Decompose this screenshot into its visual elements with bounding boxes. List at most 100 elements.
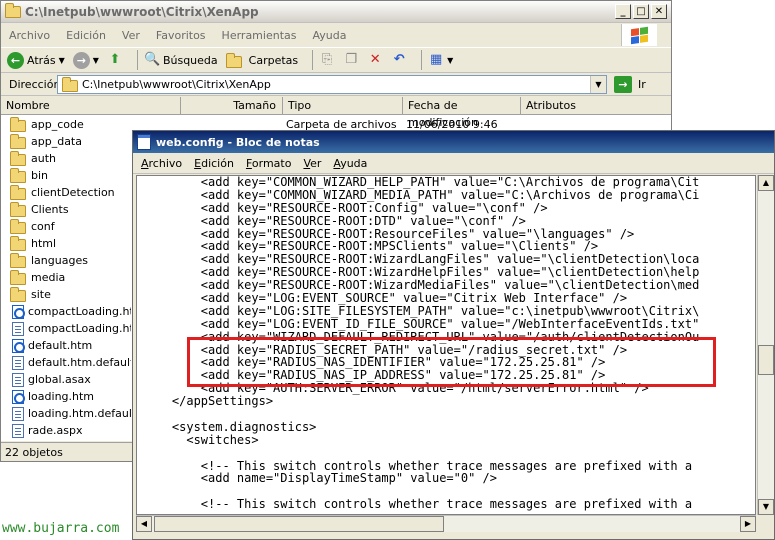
- windows-logo-icon: [621, 24, 657, 46]
- code-line: <add key="RESOURCE-ROOT:Config" value="\…: [143, 200, 548, 215]
- list-item[interactable]: compactLoading.htm: [1, 303, 131, 320]
- list-item[interactable]: bin: [1, 167, 131, 184]
- up-folder-button[interactable]: ⬆: [107, 52, 123, 68]
- delete-button[interactable]: ✕: [367, 52, 383, 68]
- scroll-left-button[interactable]: ◀: [136, 516, 152, 532]
- np-menu-ayuda[interactable]: Ayuda: [333, 157, 367, 170]
- search-icon: 🔍: [143, 52, 161, 67]
- code-line: <add name="DisplayTimeStamp" value="0" /…: [143, 471, 498, 486]
- address-value: C:\Inetpub\wwwroot\Citrix\XenApp: [82, 78, 271, 91]
- menu-ayuda[interactable]: Ayuda: [312, 29, 346, 42]
- list-item[interactable]: global.asax: [1, 371, 131, 388]
- move-to-icon: ⎘: [321, 52, 333, 67]
- list-item[interactable]: site: [1, 286, 131, 303]
- column-header-attributes[interactable]: Atributos: [521, 97, 671, 115]
- folders-button[interactable]: Carpetas: [225, 52, 298, 68]
- folder-icon: [10, 151, 26, 166]
- vertical-scroll-thumb[interactable]: [758, 345, 774, 375]
- vertical-scrollbar[interactable]: ▲ ▼: [757, 175, 774, 515]
- list-item[interactable]: app_code: [1, 116, 131, 133]
- red-highlight-box: [187, 337, 716, 387]
- list-item[interactable]: html: [1, 235, 131, 252]
- file-icon: [12, 406, 24, 421]
- file-name: loading.htm.default: [28, 407, 131, 420]
- np-menu-formato[interactable]: Formato: [246, 157, 292, 170]
- code-line: <add key="COMMON_WIZARD_HELP_PATH" value…: [143, 175, 700, 189]
- column-header-name[interactable]: Nombre: [1, 97, 181, 115]
- code-line: </appSettings>: [143, 394, 274, 409]
- list-item[interactable]: default.htm.default: [1, 354, 131, 371]
- horizontal-scrollbar[interactable]: ◀ ▶: [136, 515, 756, 532]
- maximize-button[interactable]: □: [633, 4, 649, 19]
- np-menu-ver[interactable]: Ver: [303, 157, 321, 170]
- address-input[interactable]: C:\Inetpub\wwwroot\Citrix\XenApp ▼: [57, 75, 607, 94]
- list-item[interactable]: Clients: [1, 201, 131, 218]
- minimize-button[interactable]: _: [615, 4, 631, 19]
- folder-icon: [62, 76, 78, 92]
- undo-button[interactable]: ↶: [391, 52, 407, 68]
- scroll-down-button[interactable]: ▼: [758, 499, 774, 515]
- menu-edicion[interactable]: Edición: [66, 29, 106, 42]
- menu-favoritos[interactable]: Favoritos: [156, 29, 206, 42]
- column-header-date[interactable]: Fecha de modificación: [403, 97, 521, 129]
- search-button[interactable]: 🔍 Búsqueda: [144, 52, 218, 68]
- scroll-right-button[interactable]: ▶: [740, 516, 756, 532]
- forward-button[interactable]: → ▼: [72, 51, 99, 69]
- ie-file-icon: [12, 338, 25, 353]
- list-item[interactable]: compactLoading.htm.d: [1, 320, 131, 337]
- list-item[interactable]: languages: [1, 252, 131, 269]
- file-name: loading.htm: [28, 390, 95, 403]
- text-editor[interactable]: <add key="COMMON_WIZARD_HELP_PATH" value…: [136, 175, 756, 515]
- file-name: conf: [31, 220, 55, 233]
- folder-icon: [10, 236, 26, 251]
- list-item[interactable]: media: [1, 269, 131, 286]
- explorer-title-bar[interactable]: C:\Inetpub\wwwroot\Citrix\XenApp _ □ ✕: [1, 1, 671, 23]
- ie-file-icon: [12, 304, 25, 319]
- list-item[interactable]: conf: [1, 218, 131, 235]
- menu-archivo[interactable]: Archivo: [9, 29, 50, 42]
- folder-icon: [10, 270, 26, 285]
- list-item[interactable]: default.htm: [1, 337, 131, 354]
- horizontal-scroll-thumb[interactable]: [154, 516, 444, 532]
- np-menu-edicion[interactable]: Edición: [194, 157, 234, 170]
- move-to-button[interactable]: ⎘: [319, 52, 335, 68]
- list-item[interactable]: auth: [1, 150, 131, 167]
- list-item[interactable]: loading.htm: [1, 388, 131, 405]
- column-header-type[interactable]: Tipo: [283, 97, 403, 115]
- go-label: Ir: [638, 78, 646, 91]
- code-line: <add key="LOG:SITE_FILESYSTEM_PATH" valu…: [143, 303, 700, 318]
- search-label: Búsqueda: [162, 53, 218, 67]
- copy-to-button[interactable]: ❐: [343, 52, 359, 68]
- file-name: auth: [31, 152, 56, 165]
- column-header-size[interactable]: Tamaño: [181, 97, 283, 115]
- folder-icon: [10, 168, 26, 183]
- list-item[interactable]: rade.aspx: [1, 422, 131, 439]
- file-name: site: [31, 288, 51, 301]
- back-label: Atrás: [27, 53, 56, 67]
- views-button[interactable]: ▦ ▼: [428, 52, 453, 68]
- forward-arrow-icon: →: [72, 51, 90, 69]
- code-line: <switches>: [143, 432, 259, 447]
- list-item[interactable]: app_data: [1, 133, 131, 150]
- folder-icon: [10, 253, 26, 268]
- list-item[interactable]: clientDetection: [1, 184, 131, 201]
- file-icon: [12, 321, 24, 336]
- file-name: app_data: [31, 135, 82, 148]
- go-button[interactable]: → Ir: [614, 76, 646, 93]
- np-menu-archivo[interactable]: Archivo: [141, 157, 182, 170]
- address-dropdown-button[interactable]: ▼: [590, 76, 606, 93]
- notepad-window: web.config - Bloc de notas Archivo Edici…: [132, 130, 775, 540]
- menu-herramientas[interactable]: Herramientas: [222, 29, 297, 42]
- go-arrow-icon: →: [614, 76, 632, 93]
- notepad-title-bar[interactable]: web.config - Bloc de notas: [133, 131, 774, 153]
- back-button[interactable]: ← Atrás ▼: [7, 51, 65, 69]
- list-item[interactable]: loading.htm.default: [1, 405, 131, 422]
- menu-ver[interactable]: Ver: [122, 29, 140, 42]
- undo-icon: ↶: [393, 52, 405, 67]
- scroll-up-button[interactable]: ▲: [758, 175, 774, 191]
- notepad-icon: [137, 134, 151, 150]
- toolbar-separator: [136, 50, 138, 70]
- close-button[interactable]: ✕: [651, 4, 667, 19]
